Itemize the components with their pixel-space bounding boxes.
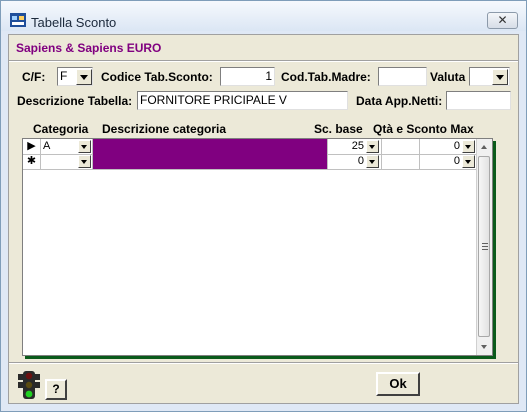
categoria-cell[interactable]: A [41, 139, 93, 154]
qta-cell[interactable] [382, 154, 420, 169]
sconto-max-cell[interactable]: 0 [420, 139, 478, 154]
descrizione-field[interactable]: FORNITORE PRICIPALE V [137, 91, 348, 110]
header-descrizione: Descrizione categoria [102, 122, 227, 136]
tabella-sconto-window: Tabella Sconto ✕ Sapiens & Sapiens EURO … [0, 0, 527, 412]
codice-label: Codice Tab.Sconto: [101, 70, 213, 84]
cf-value: F [60, 69, 68, 83]
cod-madre-label: Cod.Tab.Madre: [281, 70, 371, 84]
vertical-scrollbar[interactable] [476, 139, 492, 355]
company-name: Sapiens & Sapiens EURO [16, 41, 162, 55]
title-bar[interactable]: Tabella Sconto ✕ [1, 1, 526, 31]
new-row-icon: ✱ [23, 154, 41, 169]
cf-dropdown-icon[interactable] [76, 69, 92, 85]
categoria-dropdown-icon[interactable] [78, 155, 91, 168]
sc-base-dropdown-icon[interactable] [366, 140, 379, 153]
qta-cell[interactable] [382, 139, 420, 154]
sconto-max-dropdown-icon[interactable] [462, 155, 475, 168]
descrizione-cell[interactable] [93, 154, 328, 169]
sconto-max-cell[interactable]: 0 [420, 154, 478, 169]
valuta-label: Valuta [430, 70, 466, 84]
row-indicator-icon: ▶ [23, 139, 41, 154]
scroll-down-icon[interactable] [477, 339, 492, 355]
categoria-value: A [43, 140, 51, 152]
traffic-light-icon[interactable] [15, 371, 43, 399]
sc-base-dropdown-icon[interactable] [366, 155, 379, 168]
header-categoria: Categoria [33, 122, 89, 136]
sc-base-cell[interactable]: 25 [328, 139, 382, 154]
scroll-up-icon[interactable] [477, 139, 492, 155]
help-button[interactable]: ? [45, 379, 67, 400]
close-button[interactable]: ✕ [487, 12, 518, 29]
descrizione-label: Descrizione Tabella: [17, 94, 133, 108]
codice-field[interactable]: 1 [220, 67, 275, 86]
app-icon [10, 13, 26, 27]
separator-top [9, 60, 518, 62]
grip-icon [482, 243, 488, 250]
data-label: Data App.Netti: [356, 94, 443, 108]
ok-button[interactable]: Ok [376, 372, 420, 396]
table-row[interactable]: ▶ A 25 0 [23, 139, 478, 155]
sconto-max-value: 0 [453, 140, 460, 152]
categories-grid: ▶ A 25 0 ✱ 0 0 [22, 138, 493, 356]
sc-base-cell[interactable]: 0 [328, 154, 382, 169]
header-sc-base: Sc. base [314, 122, 363, 136]
table-row[interactable]: ✱ 0 0 [23, 154, 478, 170]
cf-label: C/F: [22, 70, 46, 84]
valuta-dropdown-icon[interactable] [492, 69, 508, 85]
separator-bottom [9, 362, 518, 364]
sconto-max-value: 0 [453, 155, 460, 167]
scroll-thumb[interactable] [478, 156, 490, 337]
categoria-dropdown-icon[interactable] [78, 140, 91, 153]
close-icon: ✕ [497, 13, 508, 27]
form-area: Sapiens & Sapiens EURO C/F: F Codice Tab… [8, 34, 519, 404]
sc-base-value: 25 [351, 140, 364, 152]
data-field[interactable] [446, 91, 511, 110]
header-qta-sconto-max: Qtà e Sconto Max [373, 122, 474, 136]
window-title: Tabella Sconto [31, 15, 117, 30]
sc-base-value: 0 [357, 155, 364, 167]
sconto-max-dropdown-icon[interactable] [462, 140, 475, 153]
descrizione-cell[interactable] [93, 139, 328, 154]
cod-madre-field[interactable] [378, 67, 427, 86]
categoria-cell[interactable] [41, 154, 93, 169]
